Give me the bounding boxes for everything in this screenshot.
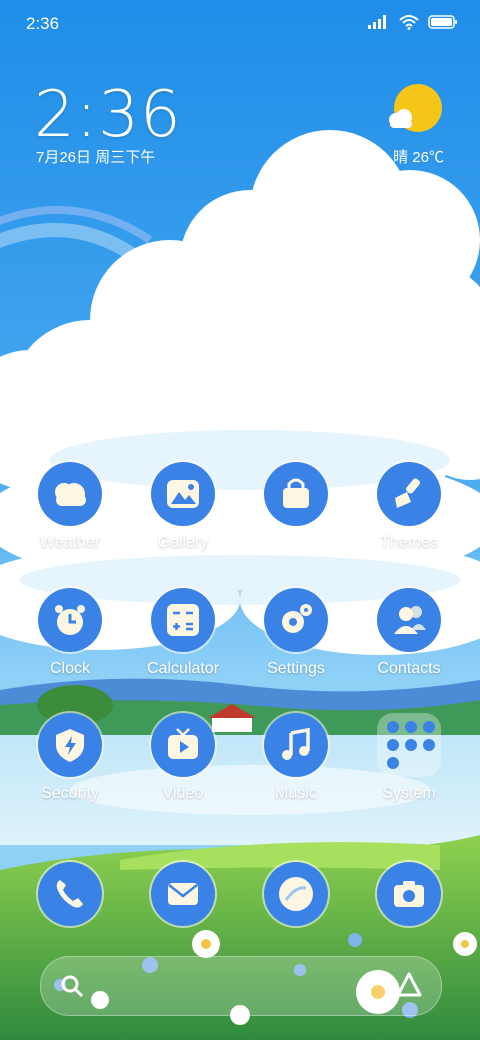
app-label: Themes [380,534,438,551]
envelope-icon [151,862,215,926]
folder-system[interactable]: System [354,713,464,803]
calculator-icon [151,588,215,652]
browser-icon [264,862,328,926]
app-clock[interactable]: Clock [15,588,125,678]
gear-icon [264,588,328,652]
sunny-weather-icon[interactable] [384,82,444,142]
battery-icon [428,15,457,29]
shopping-bag-icon [264,462,328,526]
shield-icon [38,713,102,777]
tv-play-icon [151,713,215,777]
folder-icon [377,713,441,777]
app-label: Settings [267,660,325,677]
app-themes-store[interactable] [241,462,351,526]
app-gallery[interactable]: Gallery [128,462,238,552]
app-label: Gallery [157,534,209,551]
clock-widget-time[interactable]: 2:36 [34,78,182,152]
app-video[interactable]: Video [128,713,238,803]
app-weather[interactable]: Weather [15,462,125,552]
status-time: 2:36 [26,14,60,33]
dock-browser[interactable] [241,862,351,926]
app-themes[interactable]: Themes [354,462,464,552]
app-label: Contacts [377,660,441,677]
dock-phone[interactable] [15,862,125,926]
gallery-icon [151,462,215,526]
weather-widget-text: 晴 26℃ [393,149,444,166]
search-bar[interactable] [40,956,442,1016]
contacts-icon [377,588,441,652]
paintbrush-icon [377,462,441,526]
app-label: Clock [49,660,90,677]
voice-assistant-icon[interactable] [395,971,423,999]
music-note-icon [264,713,328,777]
app-label: Weather [39,534,101,551]
app-calculator[interactable]: Calculator [128,588,238,678]
app-label: Security [41,785,99,802]
dock-camera[interactable] [354,862,464,926]
clock-widget-date: 7月26日 周三下午 [36,149,156,166]
app-label: System [382,785,436,802]
dock-messages[interactable] [128,862,238,926]
app-label: Calculator [146,660,220,677]
phone-icon [38,862,102,926]
app-contacts[interactable]: Contacts [354,588,464,678]
app-label: Video [162,785,204,802]
weather-icon [38,462,102,526]
app-security[interactable]: Security [15,713,125,803]
signal-icon [368,15,386,29]
camera-icon [377,862,441,926]
app-label: Music [275,785,317,802]
search-icon [61,975,84,998]
app-music[interactable]: Music [241,713,351,803]
alarm-clock-icon [38,588,102,652]
wifi-icon [399,15,419,30]
app-settings[interactable]: Settings [241,588,351,678]
status-bar: 2:36 [0,0,480,50]
